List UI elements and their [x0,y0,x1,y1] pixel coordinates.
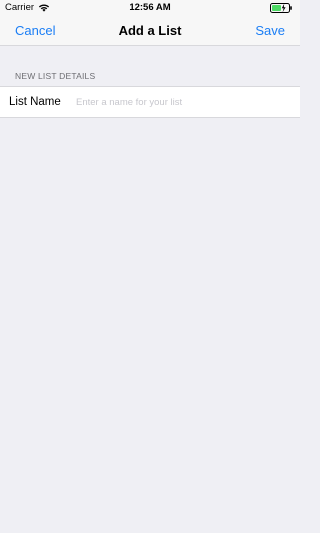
battery-charging-icon [270,3,294,13]
navigation-bar: Cancel Add a List Save [0,15,300,46]
list-name-label: List Name [9,96,61,108]
list-name-cell: List Name [0,86,300,118]
status-time: 12:56 AM [129,2,171,13]
list-name-input[interactable] [76,93,291,111]
section-header: NEW LIST DETAILS [15,71,96,81]
save-button[interactable]: Save [255,23,285,39]
status-bar: Carrier 12:56 AM [0,0,300,15]
